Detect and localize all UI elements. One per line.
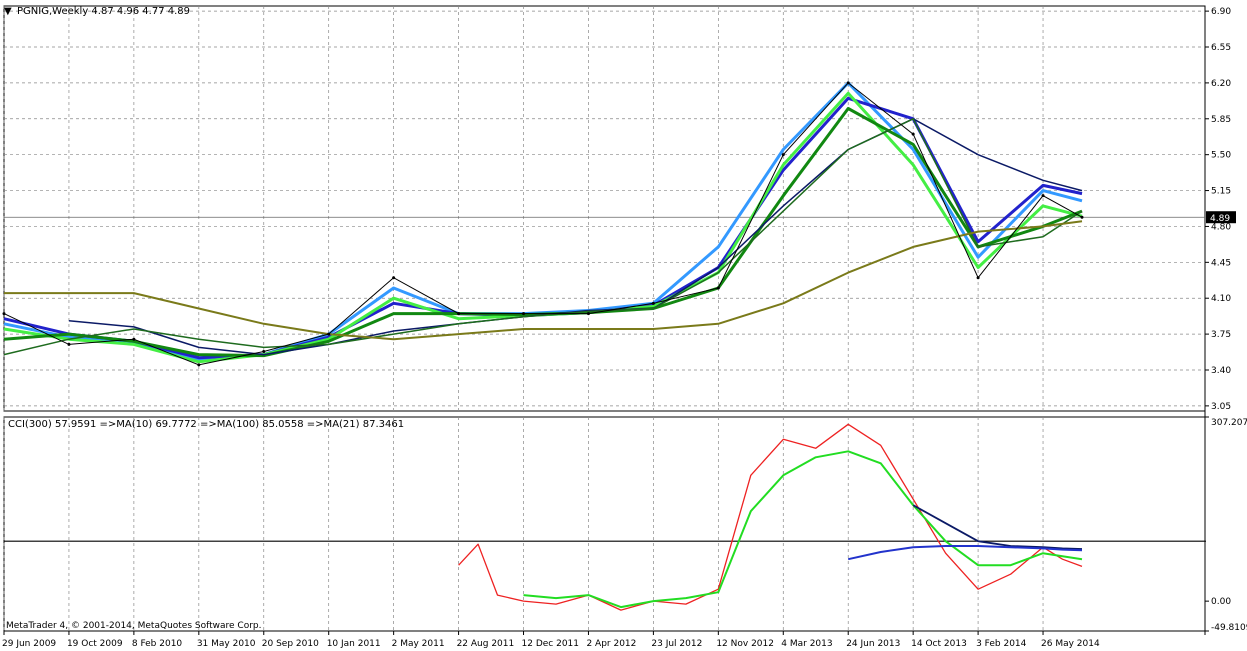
y-tick-label: 5.15: [1211, 187, 1231, 197]
cci-title: CCI(300) 57.9591 =>MA(10) 69.7772 =>MA(1…: [8, 419, 404, 430]
x-tick-label: 14 Oct 2013: [911, 639, 967, 649]
current-price-label: 4.89: [1210, 214, 1230, 224]
price-point: [262, 350, 266, 354]
x-tick-label: 4 Mar 2013: [781, 639, 832, 649]
x-tick-label: 20 Sep 2010: [262, 639, 319, 649]
price-point: [586, 312, 590, 316]
ma-line: [3, 81, 1083, 362]
price-point: [2, 312, 6, 316]
cci-line: [523, 450, 1083, 609]
x-tick-label: 2 May 2011: [392, 639, 445, 649]
x-tick-label: 2 Apr 2012: [586, 639, 636, 649]
y-tick-label: 6.55: [1211, 43, 1231, 53]
x-tick-label: 22 Aug 2011: [457, 639, 515, 649]
x-tick-label: 24 Jun 2013: [846, 639, 900, 649]
ma-line: [68, 118, 1083, 356]
x-tick-label: 19 Oct 2009: [67, 639, 123, 649]
x-tick-label: 12 Dec 2011: [522, 639, 580, 649]
price-close-line: [3, 82, 1083, 366]
x-tick-label: 26 May 2014: [1041, 639, 1100, 649]
price-point: [67, 342, 71, 346]
x-tick-label: 10 Jan 2011: [327, 639, 381, 649]
chart-canvas: 29 Jun 2009 19 Oct 2009 8 Feb 2010 31 May 2…: [2, 5, 1247, 649]
price-point: [327, 332, 331, 336]
price-point: [1041, 194, 1045, 198]
cci-series: [458, 423, 1083, 611]
price-point: [522, 312, 526, 316]
y-tick-label: 5.50: [1211, 151, 1231, 161]
y-tick-label: 3.40: [1211, 366, 1231, 376]
x-tick-label: 3 Feb 2014: [976, 639, 1027, 649]
chart-title: PGNIG,Weekly 4.87 4.96 4.77 4.89: [17, 6, 190, 17]
x-tick-label: 31 May 2010: [197, 639, 256, 649]
cci-y-tick-label: 0.00: [1211, 597, 1231, 607]
y-tick-label: 4.10: [1211, 294, 1231, 304]
x-tick-label: 23 Jul 2012: [651, 639, 702, 649]
price-point: [911, 132, 915, 136]
price-series: [2, 81, 1084, 367]
collapse-icon[interactable]: ▼: [4, 6, 12, 17]
y-tick-label: 3.05: [1211, 402, 1231, 412]
copyright: MetaTrader 4, © 2001-2014, MetaQuotes So…: [6, 621, 262, 631]
price-point: [197, 363, 201, 367]
y-tick-label: 4.45: [1211, 258, 1231, 268]
price-point: [132, 337, 136, 341]
price-point: [1080, 215, 1084, 219]
y-tick-label: 6.90: [1211, 7, 1231, 17]
y-tick-label: 5.85: [1211, 115, 1231, 125]
cci-line: [847, 545, 1083, 561]
x-tick-label: 12 Nov 2012: [716, 639, 774, 649]
y-tick-label: 6.20: [1211, 79, 1231, 89]
cci-pane-border: [3, 416, 1206, 632]
ma-line: [3, 107, 1083, 358]
x-tick-label: 29 Jun 2009: [2, 639, 56, 649]
x-tick-label: 8 Feb 2010: [132, 639, 183, 649]
y-tick-label: 3.75: [1211, 330, 1231, 340]
price-point: [846, 81, 850, 85]
price-point: [651, 301, 655, 305]
cci-y-tick-label: -49.8109: [1211, 623, 1247, 633]
price-point: [392, 276, 396, 280]
price-point: [976, 276, 980, 280]
cci-ref-tag: [1206, 535, 1232, 548]
cci-y-tick-label: 307.2072: [1211, 418, 1247, 428]
ma-line: [4, 220, 1083, 341]
grid-lines: [3, 6, 1205, 631]
price-point: [781, 153, 785, 157]
ma-line: [3, 96, 1083, 360]
price-point: [457, 312, 461, 316]
price-point: [716, 286, 720, 290]
cci-line: [458, 423, 1083, 611]
